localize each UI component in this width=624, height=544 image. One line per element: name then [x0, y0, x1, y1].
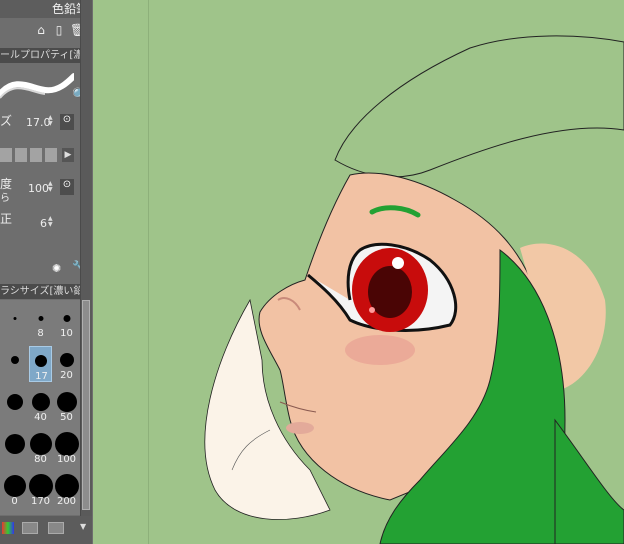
brush-size-label: 200 — [56, 496, 77, 507]
brush-size-label: 20 — [60, 370, 73, 381]
chevron-down-icon[interactable]: ▼ — [80, 522, 90, 534]
brush-size-dot — [4, 434, 25, 454]
brush-size-cell[interactable] — [3, 388, 26, 424]
brush-size-label: 8 — [37, 328, 44, 339]
correction-row[interactable]: 正 6 ▲ ▼ — [0, 210, 80, 236]
brush-size-dot — [38, 315, 43, 321]
artwork-canvas[interactable] — [0, 0, 624, 544]
brush-size-dot — [54, 474, 79, 498]
brush-size-stepper[interactable]: ▲ ▼ — [48, 115, 56, 127]
correction-value[interactable]: 6 — [40, 217, 47, 230]
brush-grid-scrollbar[interactable] — [80, 0, 92, 544]
brush-size-value[interactable]: 17.0 — [26, 116, 51, 129]
brush-size-dot — [10, 356, 19, 364]
brush-size-dot — [63, 314, 70, 322]
brush-size-dot — [6, 394, 23, 410]
grid-view-icon[interactable] — [22, 522, 38, 534]
brush-size-dot — [56, 392, 77, 412]
brush-size-header: ラシサイズ[濃い鉛筆 — [0, 284, 92, 299]
brush-size-dot — [28, 474, 53, 498]
brush-size-row[interactable]: ズ 17.0 ▲ ▼ ⊙ — [0, 112, 80, 132]
brush-size-label: 10 — [60, 328, 73, 339]
brush-size-label: 50 — [60, 412, 73, 423]
density-stepper[interactable]: ▲ ▼ — [48, 181, 56, 193]
density-pressure-icon[interactable]: ⊙ — [60, 179, 74, 195]
brush-size-cell[interactable]: 200 — [54, 472, 79, 508]
brush-size-label: 17 — [35, 371, 48, 382]
brush-size-grid: 8 10 17 20 40 50 80 100 0 170 200 — [0, 300, 80, 515]
brush-size-dot — [13, 316, 16, 320]
brush-size-label: ズ — [0, 114, 13, 128]
density-label-2: ら — [0, 193, 10, 204]
canvas-guide-line — [148, 0, 149, 544]
brush-size-label: 170 — [30, 496, 51, 507]
brush-size-label: 40 — [34, 412, 47, 423]
palette-bottom-bar: ▼ — [0, 516, 92, 544]
density-row[interactable]: 度 ら 100 ▲ ▼ ⊙ — [0, 175, 80, 204]
brush-size-cell[interactable]: 0 — [3, 472, 26, 508]
brush-size-cell[interactable]: 40 — [29, 388, 52, 424]
brush-size-dot — [54, 432, 79, 456]
new-document-icon[interactable]: ▯ — [52, 23, 66, 37]
brush-size-cell[interactable]: 17 — [29, 346, 52, 382]
stroke-preview-svg — [0, 73, 77, 99]
brush-size-cell[interactable] — [3, 304, 26, 340]
brush-size-cell[interactable]: 100 — [54, 430, 79, 466]
brush-size-cell[interactable]: 20 — [55, 346, 78, 382]
brush-size-dot — [34, 355, 47, 367]
density-value[interactable]: 100 — [28, 182, 49, 195]
brush-size-label: 100 — [56, 454, 77, 465]
brush-size-dot — [31, 393, 50, 411]
brush-size-label: 0 — [11, 496, 18, 507]
correction-label: 正 — [0, 212, 13, 226]
brush-size-cell[interactable]: 10 — [55, 304, 78, 340]
brush-size-cell[interactable]: 8 — [29, 304, 52, 340]
brush-size-label: 80 — [34, 454, 47, 465]
brush-size-cell[interactable] — [3, 430, 26, 466]
correction-stepper[interactable]: ▲ ▼ — [48, 216, 56, 228]
tool-property-header: ールプロパティ[濃い鉛筆 — [0, 48, 92, 63]
chevron-right-icon[interactable]: ▶ — [62, 148, 74, 162]
brush-size-dot — [29, 433, 52, 455]
list-view-icon[interactable] — [48, 522, 64, 534]
stroke-preview — [0, 68, 77, 108]
brush-size-cell[interactable]: 80 — [29, 430, 52, 466]
brush-size-cell[interactable]: 170 — [28, 472, 53, 508]
tool-name-label: 色鉛筆 — [0, 0, 92, 18]
pressure-icon[interactable]: ⊙ — [60, 114, 74, 130]
loading-icon[interactable]: ✺ — [52, 262, 66, 276]
tool-icon-row: ⌂ ▯ 🗑 — [0, 20, 92, 42]
brush-size-dot — [3, 475, 26, 497]
color-icon[interactable] — [2, 522, 14, 534]
lock-icon[interactable]: ⌂ — [34, 23, 48, 37]
brush-tip-strip[interactable]: ▶ — [0, 146, 74, 164]
brush-size-cell[interactable]: 50 — [55, 388, 78, 424]
brush-size-dot — [59, 353, 74, 367]
brush-size-cell[interactable] — [3, 346, 26, 382]
